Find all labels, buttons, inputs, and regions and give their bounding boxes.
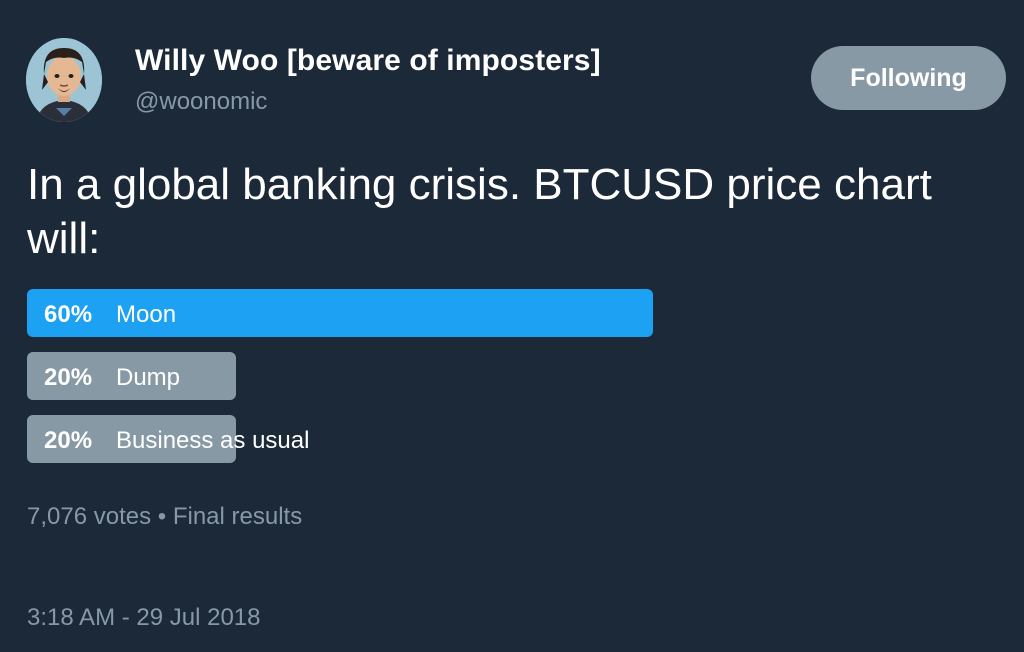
- poll-separator: •: [157, 503, 167, 530]
- tweet-text: In a global banking crisis. BTCUSD price…: [27, 160, 932, 263]
- poll-option-label: Moon: [116, 301, 177, 328]
- poll-vote-count: 7,076 votes: [27, 503, 152, 530]
- cartoon-avatar-icon: [26, 38, 102, 122]
- author-name[interactable]: Willy Woo [beware of imposters]: [135, 44, 601, 78]
- tweet-timestamp[interactable]: 3:18 AM - 29 Jul 2018: [27, 604, 260, 632]
- poll-option-percent: 20%: [44, 364, 93, 391]
- author-handle[interactable]: @woonomic: [135, 88, 267, 116]
- poll-meta: 7,076 votes • Final results: [27, 503, 302, 531]
- tweet-card: Willy Woo [beware of imposters] @woonomi…: [0, 0, 1024, 652]
- poll-option-percent: 60%: [44, 301, 93, 328]
- poll-option: 20% Business as usual: [27, 415, 987, 463]
- poll-option-percent: 20%: [44, 427, 93, 454]
- following-button[interactable]: Following: [811, 46, 1006, 110]
- poll-status: Final results: [172, 503, 303, 530]
- poll-option: 20% Dump: [27, 352, 987, 400]
- avatar[interactable]: [26, 38, 102, 122]
- poll-option-label: Dump: [116, 364, 181, 391]
- poll-option: 60% Moon: [27, 289, 987, 337]
- poll-option-label: Business as usual: [116, 427, 310, 454]
